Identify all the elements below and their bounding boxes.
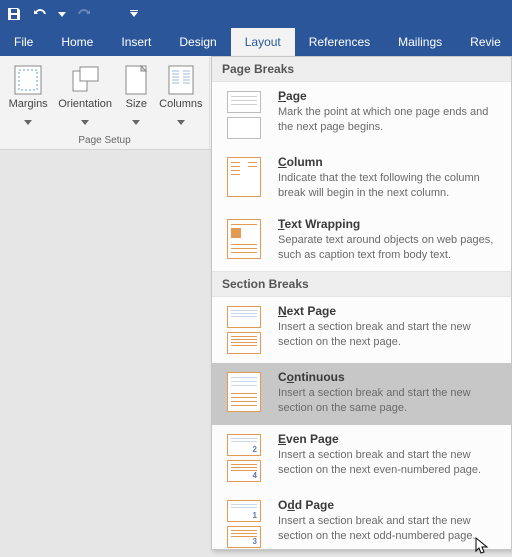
odd-page-icon: 1 3 (222, 498, 266, 548)
group-page-setup: Margins Orientation Size (0, 56, 210, 149)
undo-more-caret-icon[interactable] (58, 7, 66, 21)
orientation-icon (69, 64, 101, 96)
menu-item-page[interactable]: Page Mark the point at which one page en… (212, 82, 511, 148)
margins-button[interactable]: Margins (4, 62, 52, 131)
size-label: Size (126, 99, 147, 110)
undo-icon[interactable] (32, 6, 48, 22)
columns-icon (165, 64, 197, 96)
tab-review[interactable]: Revie (456, 28, 512, 56)
next-page-icon (222, 304, 266, 354)
menu-item-continuous[interactable]: Continuous Insert a section break and st… (212, 363, 511, 425)
tab-design[interactable]: Design (165, 28, 230, 56)
orientation-button[interactable]: Orientation (54, 62, 116, 131)
size-button[interactable]: Size (118, 62, 155, 131)
customize-qat-caret-icon[interactable] (130, 7, 138, 21)
ribbon-tabs: File Home Insert Design Layout Reference… (0, 28, 512, 56)
column-break-icon (222, 155, 266, 201)
redo-icon (76, 6, 92, 22)
quick-access-toolbar (0, 0, 512, 28)
tab-insert[interactable]: Insert (107, 28, 165, 56)
chevron-down-icon (177, 115, 185, 129)
even-page-icon: 2 4 (222, 432, 266, 482)
menu-item-column[interactable]: Column Indicate that the text following … (212, 148, 511, 210)
menu-item-text-wrapping[interactable]: Text Wrapping Separate text around objec… (212, 210, 511, 272)
columns-button[interactable]: Columns (157, 62, 205, 131)
menu-item-even-page[interactable]: 2 4 Even Page Insert a section break and… (212, 425, 511, 491)
columns-label: Columns (159, 99, 202, 110)
menu-item-next-page[interactable]: Next Page Insert a section break and sta… (212, 297, 511, 363)
save-icon[interactable] (6, 6, 22, 22)
chevron-down-icon (132, 115, 140, 129)
margins-label: Margins (9, 99, 48, 110)
size-icon (120, 64, 152, 96)
tab-file[interactable]: File (0, 28, 47, 56)
menu-item-odd-page[interactable]: 1 3 Odd Page Insert a section break and … (212, 491, 511, 557)
margins-icon (12, 64, 44, 96)
page-break-icon (222, 89, 266, 139)
group-label-page-setup: Page Setup (0, 135, 209, 149)
tab-mailings[interactable]: Mailings (384, 28, 456, 56)
tab-layout[interactable]: Layout (231, 28, 295, 56)
section-header-page-breaks: Page Breaks (212, 57, 511, 82)
chevron-down-icon (24, 115, 32, 129)
chevron-down-icon (81, 115, 89, 129)
tab-home[interactable]: Home (47, 28, 107, 56)
orientation-label: Orientation (58, 99, 112, 110)
continuous-icon (222, 370, 266, 416)
text-wrapping-icon (222, 217, 266, 263)
section-header-section-breaks: Section Breaks (212, 271, 511, 297)
breaks-dropdown: Page Breaks Page Mark the point at which… (211, 56, 512, 550)
tab-references[interactable]: References (295, 28, 384, 56)
